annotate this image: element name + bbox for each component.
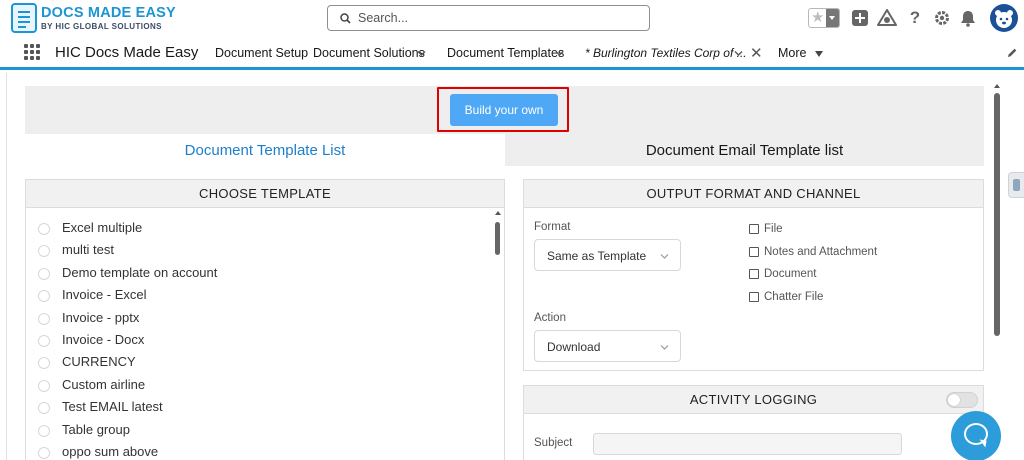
format-select-value: Same as Template — [547, 249, 647, 263]
radio-button[interactable] — [38, 312, 50, 325]
side-panel-tab[interactable] — [1008, 172, 1024, 198]
nav-item-document-setup[interactable]: Document Setup — [215, 46, 308, 60]
tab-document-template-list[interactable]: Document Template List — [25, 134, 505, 166]
search-icon — [340, 13, 351, 24]
template-name: CURRENCY — [62, 354, 136, 370]
checkbox[interactable] — [749, 292, 759, 302]
page-scrollbar[interactable] — [994, 93, 1000, 336]
checkbox[interactable] — [749, 269, 759, 279]
settings-gear-icon[interactable] — [932, 8, 952, 28]
favorites-star-icon: ★ — [811, 9, 825, 26]
checkbox[interactable] — [749, 224, 759, 234]
radio-button[interactable] — [38, 290, 50, 303]
template-name: Custom airline — [62, 376, 146, 392]
format-select[interactable]: Same as Template — [534, 239, 681, 271]
favorites-button[interactable]: ★ — [808, 8, 840, 28]
template-name: Table group — [62, 421, 130, 437]
channel-document-label: Document — [764, 268, 817, 280]
edit-nav-pencil-icon[interactable] — [1006, 47, 1018, 59]
checkbox[interactable] — [749, 247, 759, 257]
close-tab-icon[interactable]: ✕ — [750, 44, 763, 62]
main-content: Build your own Document Template List Do… — [0, 73, 1024, 460]
radio-button[interactable] — [38, 334, 50, 347]
action-label: Action — [534, 312, 566, 324]
template-name: Demo template on account — [62, 264, 218, 280]
radio-button[interactable] — [38, 267, 50, 280]
template-name: oppo sum above — [62, 443, 159, 459]
global-actions-add-icon[interactable] — [850, 8, 870, 28]
chevron-down-icon[interactable] — [555, 49, 564, 58]
app-name: HIC Docs Made Easy — [55, 44, 199, 61]
scroll-up-arrow-icon[interactable] — [994, 84, 1000, 88]
action-select[interactable]: Download — [534, 330, 681, 362]
output-format-panel: OUTPUT FORMAT AND CHANNEL Format Same as… — [523, 179, 984, 371]
channel-file-label: File — [764, 223, 783, 235]
chevron-down-icon — [660, 345, 669, 350]
template-name: Test EMAIL latest — [62, 399, 163, 415]
trailhead-guide-icon[interactable] — [877, 8, 897, 28]
left-frame-edge — [0, 73, 7, 460]
nav-item-more[interactable]: More — [778, 46, 806, 60]
nav-item-document-solutions[interactable]: Document Solutions — [313, 46, 425, 60]
caret-down-icon[interactable] — [815, 51, 823, 57]
favorites-dropdown-icon[interactable] — [826, 9, 839, 27]
template-list-scrollbar[interactable] — [495, 222, 500, 255]
user-avatar[interactable] — [990, 4, 1018, 32]
activity-logging-panel: ACTIVITY LOGGING Subject — [523, 385, 984, 460]
chat-bubble-tail — [978, 439, 987, 448]
radio-button[interactable] — [38, 245, 50, 258]
chevron-down-icon[interactable] — [734, 49, 743, 58]
subject-label: Subject — [534, 437, 573, 449]
chevron-down-icon[interactable] — [417, 49, 426, 58]
build-your-own-button[interactable]: Build your own — [450, 94, 558, 126]
tab-document-email-template-list[interactable]: Document Email Template list — [505, 134, 984, 166]
app-nav-bar: HIC Docs Made Easy Document Setup Docume… — [0, 36, 1024, 70]
nav-item-document-templates[interactable]: Document Templates — [447, 46, 564, 60]
help-icon[interactable]: ? — [905, 8, 925, 28]
search-input[interactable] — [358, 9, 638, 27]
radio-button[interactable] — [38, 223, 50, 235]
output-format-heading: OUTPUT FORMAT AND CHANNEL — [524, 180, 983, 208]
scroll-up-arrow-icon[interactable] — [495, 211, 501, 215]
radio-button[interactable] — [38, 402, 50, 415]
choose-template-heading: CHOOSE TEMPLATE — [26, 180, 504, 208]
radio-button[interactable] — [38, 379, 50, 392]
docs-made-easy-logo[interactable]: DOCS MADE EASY BY HIC GLOBAL SOLUTIONS — [11, 3, 176, 33]
template-name: multi test — [62, 242, 115, 258]
radio-button[interactable] — [38, 424, 50, 437]
nav-item-record-tab[interactable]: * Burlington Textiles Corp of ... — [585, 46, 747, 60]
template-name: Invoice - Docx — [62, 331, 145, 347]
chat-button[interactable] — [951, 411, 1001, 460]
template-name: Excel multiple — [62, 220, 143, 235]
subject-input[interactable] — [593, 433, 902, 455]
global-header: DOCS MADE EASY BY HIC GLOBAL SOLUTIONS ★… — [0, 0, 1024, 36]
global-search[interactable] — [327, 5, 650, 31]
format-label: Format — [534, 221, 571, 233]
app-launcher-icon[interactable] — [24, 44, 40, 60]
logo-subtitle: BY HIC GLOBAL SOLUTIONS — [41, 22, 162, 31]
notifications-bell-icon[interactable] — [958, 8, 978, 28]
activity-logging-toggle[interactable] — [946, 392, 978, 408]
choose-template-panel: CHOOSE TEMPLATE Excel multiple multi test… — [25, 179, 505, 460]
chevron-down-icon — [660, 254, 669, 259]
radio-button[interactable] — [38, 446, 50, 459]
channel-chatter-label: Chatter File — [764, 291, 824, 303]
channel-notes-label: Notes and Attachment — [764, 246, 878, 258]
template-name: Invoice - pptx — [62, 309, 140, 325]
action-select-value: Download — [547, 340, 601, 354]
radio-button[interactable] — [38, 357, 50, 370]
logo-title: DOCS MADE EASY — [41, 5, 176, 21]
activity-logging-heading: ACTIVITY LOGGING — [524, 386, 983, 414]
document-logo-icon — [11, 3, 37, 33]
template-name: Invoice - Excel — [62, 287, 147, 303]
